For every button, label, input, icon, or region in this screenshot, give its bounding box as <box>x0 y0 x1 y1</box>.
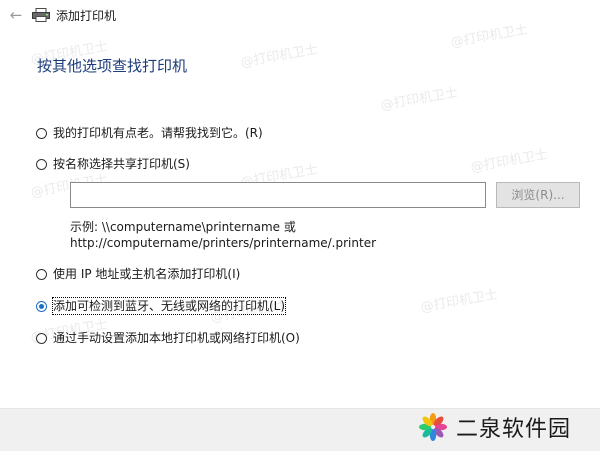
radio-button[interactable] <box>36 158 47 170</box>
title-bar: ← 添加打印机 <box>0 0 600 34</box>
browse-button[interactable]: 浏览(R)... <box>496 182 580 208</box>
option-manual-settings[interactable]: 通过手动设置添加本地打印机或网络打印机(O) <box>36 329 300 347</box>
radio-button[interactable] <box>36 268 47 280</box>
option-label: 添加可检测到蓝牙、无线或网络的打印机(L) <box>51 297 287 315</box>
page-heading: 按其他选项查找打印机 <box>37 57 188 75</box>
pinwheel-logo-icon <box>419 413 447 441</box>
watermark: @打印机卫士 <box>469 147 550 176</box>
radio-button[interactable] <box>36 127 47 139</box>
option-label: 通过手动设置添加本地打印机或网络打印机(O) <box>53 331 300 345</box>
example-text-line1: 示例: \\computername\printername 或 <box>70 220 296 234</box>
option-label: 我的打印机有点老。请帮我找到它。(R) <box>53 126 263 140</box>
option-label: 使用 IP 地址或主机名添加打印机(I) <box>53 267 241 281</box>
option-label: 按名称选择共享打印机(S) <box>53 157 190 171</box>
radio-button[interactable] <box>36 300 47 312</box>
option-bluetooth-wireless-network[interactable]: 添加可检测到蓝牙、无线或网络的打印机(L) <box>36 297 287 315</box>
add-printer-dialog: @打印机卫士 @打印机卫士 @打印机卫士 @打印机卫士 @打印机卫士 @打印机卫… <box>0 0 600 451</box>
site-badge: 二泉软件园 <box>418 410 571 444</box>
window-title: 添加打印机 <box>56 9 117 23</box>
example-text-line2: http://computername/printers/printername… <box>70 236 377 250</box>
option-ip-hostname[interactable]: 使用 IP 地址或主机名添加打印机(I) <box>36 265 240 283</box>
watermark: @打印机卫士 <box>239 42 320 71</box>
site-name: 二泉软件园 <box>456 417 572 442</box>
watermark: @打印机卫士 <box>419 287 500 316</box>
share-name-input[interactable] <box>70 182 486 208</box>
option-shared-printer-by-name[interactable]: 按名称选择共享打印机(S) <box>36 155 190 173</box>
watermark: @打印机卫士 <box>379 85 460 114</box>
option-old-printer[interactable]: 我的打印机有点老。请帮我找到它。(R) <box>36 124 263 142</box>
printer-icon <box>32 8 50 22</box>
back-arrow-icon[interactable]: ← <box>8 7 24 23</box>
radio-button[interactable] <box>36 332 47 344</box>
